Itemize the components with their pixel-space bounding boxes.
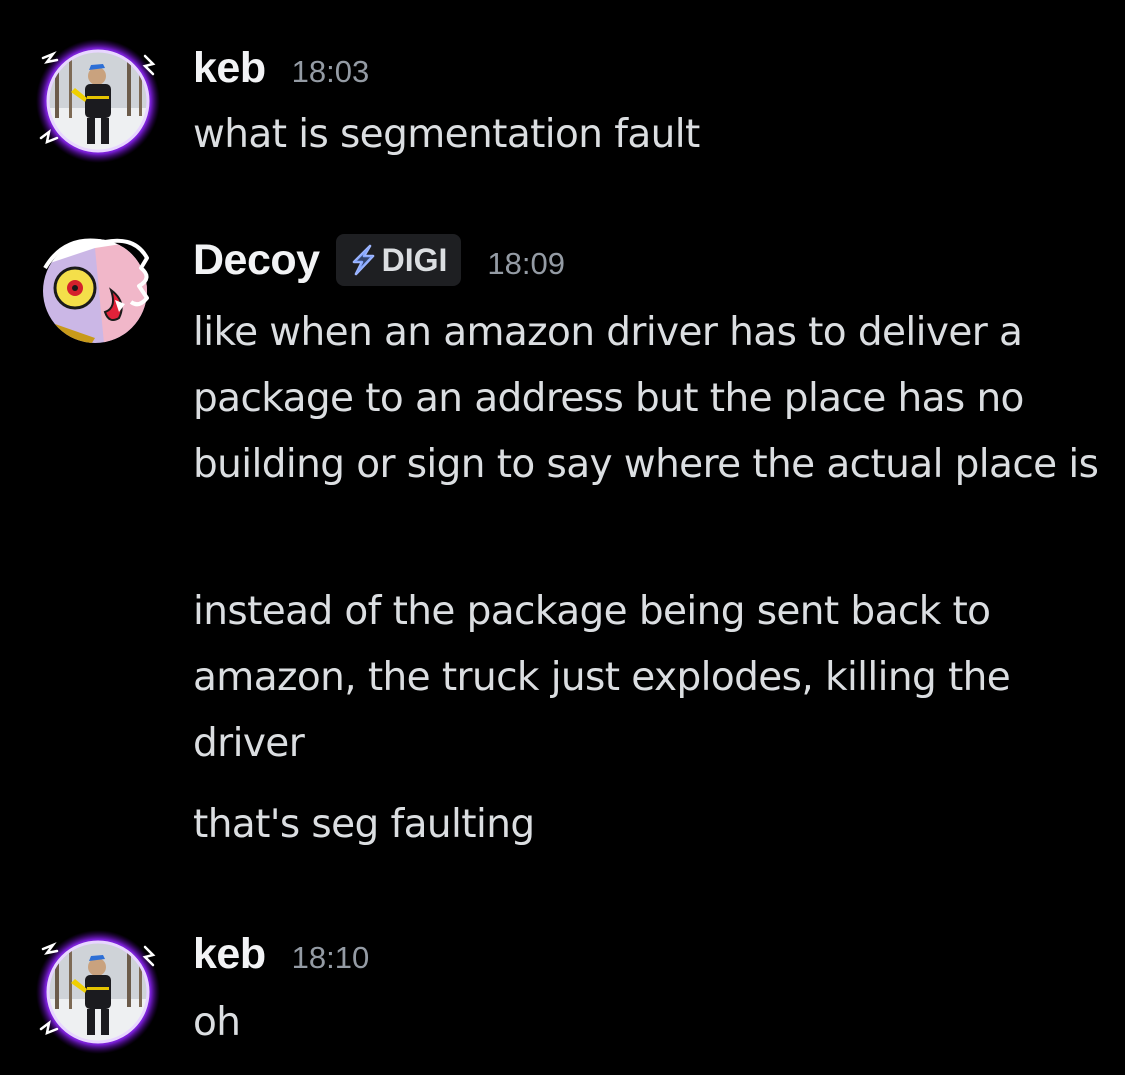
message-header: keb 18:10 xyxy=(193,930,369,984)
username[interactable]: Decoy xyxy=(193,236,320,285)
user-avatar-icon xyxy=(43,238,149,343)
message-text: like when an amazon driver has to delive… xyxy=(193,310,1099,487)
timestamp[interactable]: 18:09 xyxy=(487,246,565,282)
avatar-keb[interactable] xyxy=(35,929,161,1055)
message-header: keb 18:03 xyxy=(193,44,369,98)
avatar-keb[interactable] xyxy=(35,38,161,164)
timestamp[interactable]: 18:03 xyxy=(292,54,370,90)
username[interactable]: keb xyxy=(193,44,266,93)
server-tag[interactable]: DIGI xyxy=(335,234,462,286)
lightning-icon xyxy=(352,244,374,276)
message-text: what is segmentation fault xyxy=(193,112,700,157)
message-header: Decoy DIGI 18:09 xyxy=(193,234,565,290)
user-avatar-icon xyxy=(36,930,160,1054)
message-text: oh xyxy=(193,1000,241,1045)
avatar-decoy[interactable] xyxy=(35,228,161,354)
username[interactable]: keb xyxy=(193,930,266,979)
message-text: instead of the package being sent back t… xyxy=(193,589,1011,766)
timestamp[interactable]: 18:10 xyxy=(292,940,370,976)
message-text: that's seg faulting xyxy=(193,802,535,847)
tag-label: DIGI xyxy=(381,241,448,278)
user-avatar-icon xyxy=(36,39,160,163)
